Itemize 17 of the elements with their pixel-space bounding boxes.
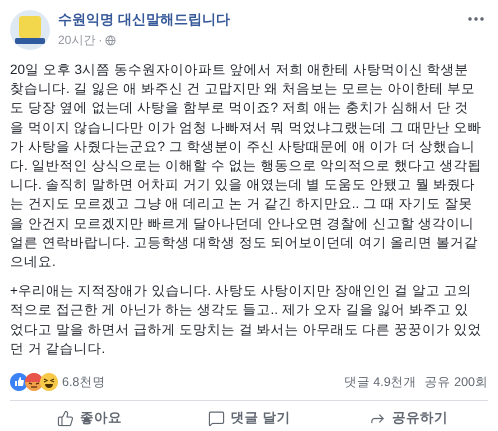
- globe-icon: [105, 34, 116, 46]
- separator: ·: [98, 32, 102, 49]
- post-paragraph: 20일 오후 3시쯤 동수원자이아파트 앞에서 저희 애한테 사탕먹이신 학생분 찾습니다. 길 잃은 애 봐주신 건 고맙지만 왜 처음보는 모르는 아이한테 부모도 당장 옆에 없는데 사탕을 함부로 먹이죠? 저희 애는 충치가 심해서 단 것을 먹이지 않습니다만 이가 엄청 나빠져서 뭐 먹었냐그랬는데 그 때만난 오빠가 사탕을 사줬다는군요? 그 학생분이 주신 사탕때문에 애 이가 더 상했습니다. 일반적인 상식으로는 이해할 수 없는 행동으로 악의적으로 했다고 생각됩니다. 솔직히 말하면 어차피 거기 있을 애였는데 별 도움도 안됐고 뭘 봐줬다는 건지도 모르겠고 그냥 애 데리고 논 거 같긴 하지만요.. 그 때 자기도 잘못을 안건지 모르겠지만 빠르게 달아나던데 안나오면 경찰에 신고할 생각이니 얼른 연락바랍니다. 고등학생 대학생 정도 되어보이던데 여기 올리면 볼거같으네요.: [10, 61, 483, 272]
- like-action-button[interactable]: 좋아요: [10, 403, 170, 431]
- avatar: [10, 10, 50, 50]
- post-time[interactable]: 20시간: [58, 31, 96, 49]
- thumbs-up-icon: [57, 410, 74, 427]
- speech-bubble-icon: [208, 410, 225, 427]
- laughing-face-icon: [40, 373, 58, 392]
- more-icon[interactable]: [468, 16, 484, 22]
- share-action-button[interactable]: 공유하기: [328, 403, 488, 431]
- page-name[interactable]: 수원익명 대신말해드립니다: [58, 10, 468, 28]
- post-paragraph: +우리애는 지적장애가 있습니다. 사탕도 사탕이지만 장애인인 걸 알고 고의적으로 접근한 게 아닌가 하는 생각도 들고.. 제가 오자 길을 잃어 봐주고 있었다고 말을 하면서 급하게 도망치는 걸 봐서는 아무래도 다른 꿍꿍이가 있었던 거 같습니다.: [10, 282, 483, 358]
- comment-count[interactable]: 댓글 4.9천개: [344, 372, 417, 392]
- share-count[interactable]: 공유 200회: [424, 372, 488, 392]
- comment-action-button[interactable]: 댓글 달기: [169, 403, 329, 431]
- reaction-count[interactable]: 6.8천명: [62, 372, 106, 392]
